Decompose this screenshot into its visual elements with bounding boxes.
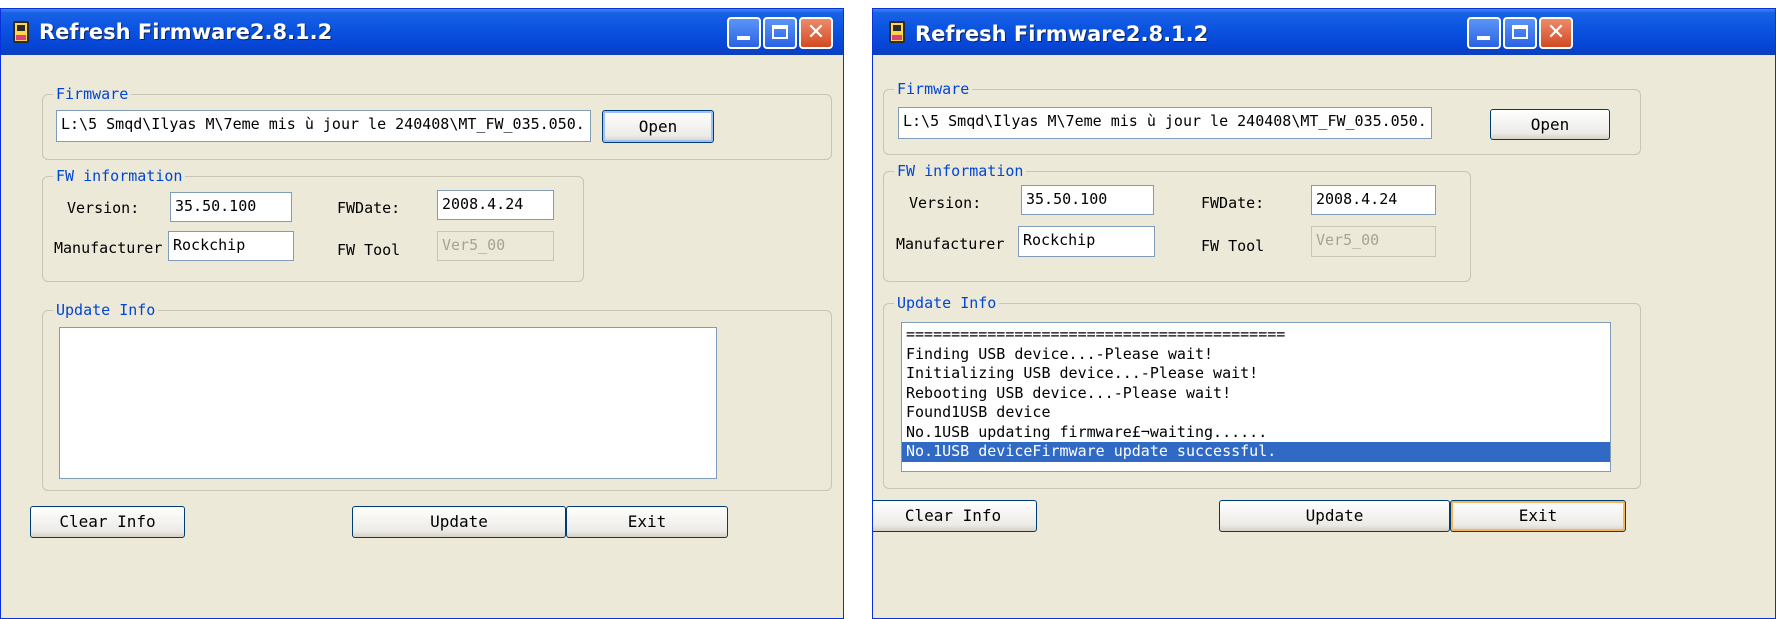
log-line: No.1USB updating firmware£¬waiting...... bbox=[906, 422, 1268, 441]
manufacturer-label: Manufacturer bbox=[896, 235, 1005, 253]
open-button[interactable]: Open bbox=[602, 110, 714, 143]
right-window-panel: Refresh Firmware2.8.1.2 ✕ Firmware L:\5 … bbox=[872, 8, 1776, 619]
version-field[interactable]: 35.50.100 bbox=[170, 192, 292, 222]
update-info-legend: Update Info bbox=[53, 301, 159, 319]
fwtool-field: Ver5_00 bbox=[1311, 226, 1436, 257]
window-title: Refresh Firmware2.8.1.2 bbox=[39, 20, 333, 44]
log-lines: ========================================… bbox=[902, 325, 1610, 462]
version-field[interactable]: 35.50.100 bbox=[1021, 185, 1154, 215]
log-line: Initializing USB device...-Please wait! bbox=[906, 364, 1259, 382]
close-button[interactable]: ✕ bbox=[799, 17, 833, 49]
exit-button[interactable]: Exit bbox=[1450, 500, 1626, 532]
close-icon: ✕ bbox=[806, 20, 826, 45]
log-line: Found1USB device bbox=[906, 403, 1051, 421]
exit-button[interactable]: Exit bbox=[566, 506, 728, 538]
clear-info-button[interactable]: Clear Info bbox=[873, 500, 1037, 532]
maximize-button[interactable] bbox=[763, 17, 797, 49]
firmware-app-icon bbox=[889, 21, 905, 43]
update-info-legend: Update Info bbox=[894, 294, 1000, 312]
close-button[interactable]: ✕ bbox=[1539, 17, 1573, 49]
title-bar[interactable]: Refresh Firmware2.8.1.2 ✕ bbox=[873, 9, 1775, 55]
log-line: Rebooting USB device...-Please wait! bbox=[906, 383, 1232, 402]
fw-information-legend: FW information bbox=[894, 162, 1027, 180]
open-button[interactable]: Open bbox=[1490, 109, 1610, 140]
update-button[interactable]: Update bbox=[1219, 500, 1450, 532]
minimize-button[interactable] bbox=[727, 17, 761, 49]
maximize-button[interactable] bbox=[1503, 17, 1537, 49]
close-icon: ✕ bbox=[1546, 20, 1566, 45]
clear-info-button[interactable]: Clear Info bbox=[30, 506, 185, 538]
update-info-log[interactable] bbox=[59, 327, 717, 479]
window-title: Refresh Firmware2.8.1.2 bbox=[915, 22, 1209, 46]
maximize-icon bbox=[1512, 25, 1528, 39]
log-line: No.1USB deviceFirmware update successful… bbox=[902, 442, 1610, 462]
firmware-legend: Firmware bbox=[894, 80, 973, 98]
fwdate-field[interactable]: 2008.4.24 bbox=[437, 190, 554, 220]
fwdate-label: FWDate: bbox=[337, 199, 401, 217]
fwdate-field[interactable]: 2008.4.24 bbox=[1311, 185, 1436, 215]
firmware-path-field[interactable]: L:\5 Smqd\Ilyas M\7eme mis ù jour le 240… bbox=[898, 107, 1432, 139]
minimize-button[interactable] bbox=[1467, 17, 1501, 49]
log-line: ========================================… bbox=[906, 325, 1286, 343]
log-line: Finding USB device...-Please wait! bbox=[906, 344, 1214, 363]
maximize-icon bbox=[772, 25, 788, 39]
left-window: Refresh Firmware2.8.1.2 ✕ Firmware L:\5 … bbox=[0, 8, 844, 619]
manufacturer-field[interactable]: Rockchip bbox=[1018, 226, 1155, 257]
firmware-legend: Firmware bbox=[53, 85, 132, 103]
firmware-path-field[interactable]: L:\5 Smqd\Ilyas M\7eme mis ù jour le 240… bbox=[56, 110, 591, 142]
version-label: Version: bbox=[67, 199, 140, 217]
minimize-icon bbox=[1477, 36, 1490, 40]
manufacturer-label: Manufacturer bbox=[54, 239, 163, 257]
update-info-log[interactable]: ========================================… bbox=[901, 322, 1611, 472]
manufacturer-field[interactable]: Rockchip bbox=[168, 231, 294, 261]
fwtool-field: Ver5_00 bbox=[437, 231, 554, 261]
update-button[interactable]: Update bbox=[352, 506, 566, 538]
fwtool-label: FW Tool bbox=[1201, 237, 1265, 255]
fwtool-label: FW Tool bbox=[337, 241, 401, 259]
minimize-icon bbox=[737, 36, 750, 40]
title-bar[interactable]: Refresh Firmware2.8.1.2 ✕ bbox=[1, 9, 843, 55]
fwdate-label: FWDate: bbox=[1201, 194, 1265, 212]
fw-information-legend: FW information bbox=[53, 167, 186, 185]
firmware-app-icon bbox=[13, 21, 29, 43]
version-label: Version: bbox=[909, 194, 982, 212]
